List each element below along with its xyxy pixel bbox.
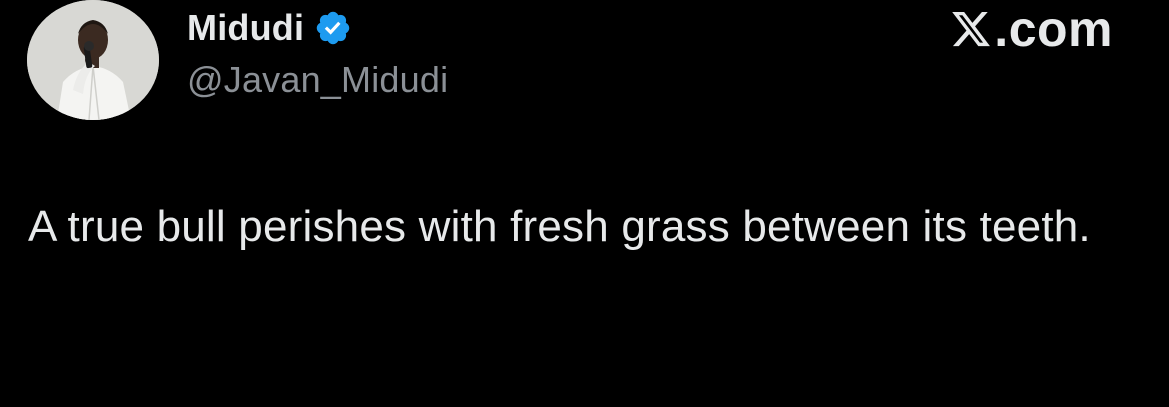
x-logo-icon — [950, 7, 992, 51]
author-handle[interactable]: @Javan_Midudi — [187, 58, 448, 102]
brand-domain-label: .com — [994, 1, 1113, 57]
verified-badge-icon — [314, 9, 352, 47]
author-display-name[interactable]: Midudi — [187, 6, 304, 50]
tweet-text: A true bull perishes with fresh grass be… — [28, 202, 1091, 251]
x-brand-watermark: .com — [950, 4, 1113, 54]
avatar-photo — [27, 0, 159, 120]
author-avatar[interactable] — [27, 0, 159, 120]
author-name-row: Midudi — [187, 6, 352, 50]
tweet-card: Midudi @Javan_Midudi .com A true bull pe… — [0, 0, 1169, 407]
